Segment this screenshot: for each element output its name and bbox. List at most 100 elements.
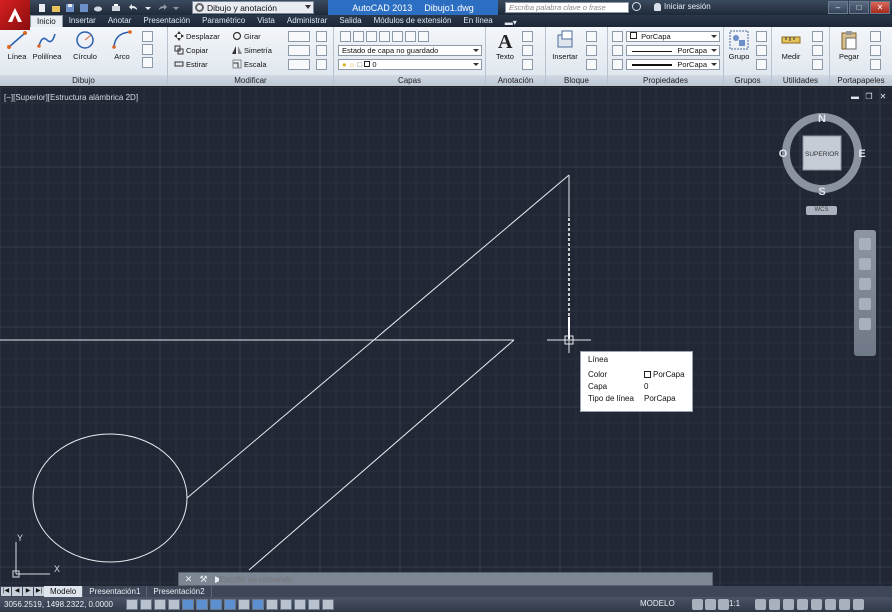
linetype-select[interactable]: PorCapa <box>626 45 720 56</box>
group-button[interactable]: Grupo <box>724 29 754 61</box>
rectangle-icon[interactable] <box>142 31 153 42</box>
insert-button[interactable]: Insertar <box>550 29 580 61</box>
selection-cycling-toggle[interactable] <box>308 599 320 610</box>
tab-inicio[interactable]: Inicio <box>30 15 63 27</box>
text-button[interactable]: A Texto <box>490 29 520 61</box>
move-button[interactable]: Desplazar <box>174 31 220 41</box>
viewport-controls-label[interactable]: [−][Superior][Estructura alámbrica 2D] <box>4 93 138 102</box>
signin-button[interactable]: Iniciar sesión <box>654 2 711 11</box>
panel-utilidades-label[interactable]: Utilidades <box>772 75 829 86</box>
hatch-icon[interactable] <box>142 57 153 68</box>
tab-modulos[interactable]: Módulos de extensión <box>368 15 458 27</box>
annotation-scale-icon[interactable] <box>718 599 729 610</box>
polar-toggle[interactable] <box>182 599 194 610</box>
fillet-icon[interactable] <box>288 45 310 56</box>
tab-en-linea[interactable]: En línea <box>457 15 498 27</box>
workspace-select[interactable]: Dibujo y anotación <box>192 1 314 14</box>
wrench-icon[interactable]: ⚒ <box>198 574 209 585</box>
tab-presentacion1[interactable]: Presentación1 <box>83 586 148 597</box>
layer-state-select[interactable]: Estado de capa no guardado <box>338 45 482 56</box>
redo-icon[interactable] <box>156 2 168 13</box>
next-layout-icon[interactable]: ▶ <box>23 587 33 596</box>
lineweight-select[interactable]: PorCapa <box>626 59 720 70</box>
tab-salida[interactable]: Salida <box>333 15 367 27</box>
tab-vista[interactable]: Vista <box>251 15 281 27</box>
print-icon[interactable] <box>110 2 122 13</box>
stretch-button[interactable]: Estirar <box>174 59 208 69</box>
lock-icon[interactable] <box>797 599 808 610</box>
panel-capas-label[interactable]: Capas <box>334 75 485 86</box>
viewport-restore-icon[interactable]: ❐ <box>864 92 874 102</box>
quick-properties-toggle[interactable] <box>294 599 306 610</box>
leader-icon[interactable] <box>522 45 533 56</box>
auto-scale-icon[interactable] <box>769 599 780 610</box>
coordinates-readout[interactable]: 3056.2519, 1498.2322, 0.0000 <box>0 600 124 609</box>
dimension-icon[interactable] <box>522 31 533 42</box>
layer-properties-icon[interactable] <box>340 31 351 42</box>
tab-presentacion[interactable]: Presentación <box>137 15 196 27</box>
properties-icon[interactable] <box>612 59 623 70</box>
previous-layout-icon[interactable]: ◀ <box>12 587 22 596</box>
tab-presentacion2[interactable]: Presentación2 <box>147 586 212 597</box>
wcs-menu[interactable]: WCS <box>806 206 837 215</box>
close-button[interactable]: ✕ <box>870 1 890 14</box>
open-folder-icon[interactable] <box>50 2 62 13</box>
ortho-toggle[interactable] <box>168 599 180 610</box>
command-input[interactable] <box>219 574 707 585</box>
layer-isolate-icon[interactable] <box>353 31 364 42</box>
snap-toggle[interactable] <box>140 599 152 610</box>
showmotion-icon[interactable] <box>859 318 871 330</box>
search-input[interactable]: Escriba palabra clave o frase <box>505 2 629 13</box>
zoom-icon[interactable] <box>859 278 871 290</box>
orbit-icon[interactable] <box>859 298 871 310</box>
status-menu-icon[interactable] <box>839 599 850 610</box>
ribbon-minimize-icon[interactable]: ▬▾ <box>499 18 523 27</box>
redo-dropdown-icon[interactable] <box>170 2 182 13</box>
drawing-viewport[interactable]: Y X [−][Superior][Estructura alámbrica 2… <box>0 87 892 586</box>
tab-administrar[interactable]: Administrar <box>281 15 333 27</box>
layer-off-icon[interactable] <box>379 31 390 42</box>
color-select[interactable]: PorCapa <box>626 31 720 42</box>
undo-dropdown-icon[interactable] <box>142 2 154 13</box>
last-layout-icon[interactable]: ▶| <box>34 587 44 596</box>
calculator-icon[interactable] <box>812 45 823 56</box>
viewport-minimize-icon[interactable]: ▬ <box>850 92 860 102</box>
tab-insertar[interactable]: Insertar <box>63 15 102 27</box>
quick-select-icon[interactable] <box>812 31 823 42</box>
tab-anotar[interactable]: Anotar <box>102 15 138 27</box>
transparency-toggle[interactable] <box>280 599 292 610</box>
first-layout-icon[interactable]: |◀ <box>1 587 11 596</box>
measure-button[interactable]: Medir <box>776 29 806 61</box>
compass-south[interactable]: S <box>818 186 825 198</box>
steering-wheel-icon[interactable] <box>859 238 871 250</box>
erase-icon[interactable] <box>316 31 327 42</box>
edit-block-icon[interactable] <box>586 45 597 56</box>
explode-icon[interactable] <box>316 45 327 56</box>
group-select-icon[interactable] <box>756 59 767 70</box>
infer-constraints-toggle[interactable] <box>126 599 138 610</box>
compass-west[interactable]: O <box>779 148 788 160</box>
layer-match-icon[interactable] <box>405 31 416 42</box>
mirror-button[interactable]: Simetría <box>232 45 272 55</box>
create-block-icon[interactable] <box>586 31 597 42</box>
cloud-icon[interactable] <box>92 2 104 13</box>
otrack-toggle[interactable] <box>224 599 236 610</box>
id-point-icon[interactable] <box>812 59 823 70</box>
offset-icon[interactable] <box>316 59 327 70</box>
trim-icon[interactable] <box>288 31 310 42</box>
annotation-scale[interactable]: 1:1 <box>729 599 740 608</box>
cut-icon[interactable] <box>870 31 881 42</box>
clean-screen-icon[interactable] <box>853 599 864 610</box>
save-as-icon[interactable] <box>78 2 90 13</box>
match-properties-icon[interactable] <box>612 31 623 42</box>
polyline-button[interactable]: Polilínea <box>32 29 62 61</box>
panel-bloque-label[interactable]: Bloque <box>546 75 607 86</box>
annotation-monitor-toggle[interactable] <box>322 599 334 610</box>
layer-previous-icon[interactable] <box>418 31 429 42</box>
layer-select[interactable]: ● ☼ □ 0 <box>338 59 482 70</box>
command-close-icon[interactable]: ✕ <box>183 574 194 585</box>
quick-view-layouts-icon[interactable] <box>692 599 703 610</box>
osnap-toggle[interactable] <box>196 599 208 610</box>
save-icon[interactable] <box>64 2 76 13</box>
arc-button[interactable]: Arco <box>107 29 137 61</box>
